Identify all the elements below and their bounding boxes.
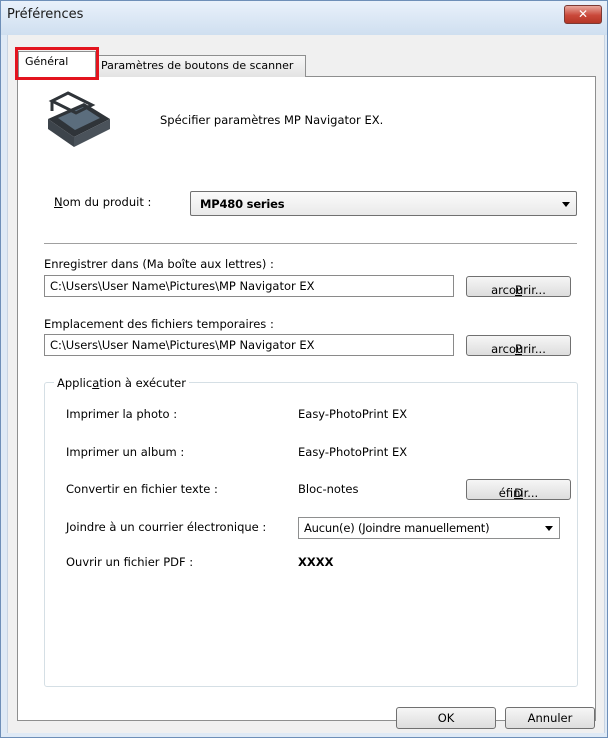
header-description: Spécifier paramètres MP Navigator EX. [160, 113, 384, 127]
chevron-down-icon [545, 526, 553, 531]
window-title: Préférences [7, 7, 84, 22]
preferences-window: Préférences ✕ Général Paramètres de bout… [0, 0, 608, 738]
title-bar[interactable]: Préférences ✕ [1, 1, 607, 35]
scanner-icon [48, 91, 110, 147]
cancel-label: Annuler [527, 711, 573, 725]
application-group-title: Application à exécuter [54, 376, 189, 390]
product-select[interactable]: MP480 series [190, 191, 577, 216]
temp-files-path: C:\Users\User Name\Pictures\MP Navigator… [50, 338, 315, 352]
email-attach-label: Joindre à un courrier électronique : [66, 520, 267, 534]
open-pdf-label: Ouvrir un fichier PDF : [66, 555, 194, 569]
cancel-button[interactable]: Annuler [505, 707, 595, 729]
tab-scanner-button-settings[interactable]: Paramètres de boutons de scanner [94, 55, 306, 77]
save-in-browse-button[interactable]: Parcourir... [466, 276, 571, 297]
temp-files-browse-button[interactable]: Parcourir... [466, 335, 571, 356]
print-photo-value: Easy-PhotoPrint EX [298, 407, 408, 421]
save-in-path: C:\Users\User Name\Pictures\MP Navigator… [50, 279, 315, 293]
email-attach-value: Aucun(e) (Joindre manuellement) [304, 521, 490, 535]
general-panel: Spécifier paramètres MP Navigator EX. No… [17, 76, 596, 721]
temp-files-field[interactable]: C:\Users\User Name\Pictures\MP Navigator… [44, 334, 454, 356]
save-in-field[interactable]: C:\Users\User Name\Pictures\MP Navigator… [44, 275, 454, 297]
separator [44, 243, 577, 245]
convert-text-value: Bloc-notes [298, 482, 359, 496]
ok-button[interactable]: OK [396, 707, 496, 729]
print-photo-label: Imprimer la photo : [66, 407, 178, 421]
product-label: Nom du produit : [54, 195, 152, 209]
email-attach-select[interactable]: Aucun(e) (Joindre manuellement) [298, 517, 560, 539]
convert-text-label: Convertir en fichier texte : [66, 482, 218, 496]
open-pdf-value: XXXX [298, 555, 334, 569]
close-button[interactable]: ✕ [564, 5, 602, 24]
product-value: MP480 series [200, 197, 285, 211]
dialog-body: Général Paramètres de boutons de scanner… [7, 35, 605, 733]
close-icon: ✕ [577, 7, 589, 21]
chevron-down-icon [562, 202, 570, 207]
define-button[interactable]: Définir... [466, 479, 571, 500]
save-in-label: Enregistrer dans (Ma boîte aux lettres) … [44, 257, 274, 271]
temp-files-label: Emplacement des fichiers temporaires : [44, 317, 274, 331]
tab-highlight-box [15, 47, 99, 80]
print-album-value: Easy-PhotoPrint EX [298, 445, 408, 459]
print-album-label: Imprimer un album : [66, 445, 185, 459]
ok-label: OK [437, 711, 455, 725]
